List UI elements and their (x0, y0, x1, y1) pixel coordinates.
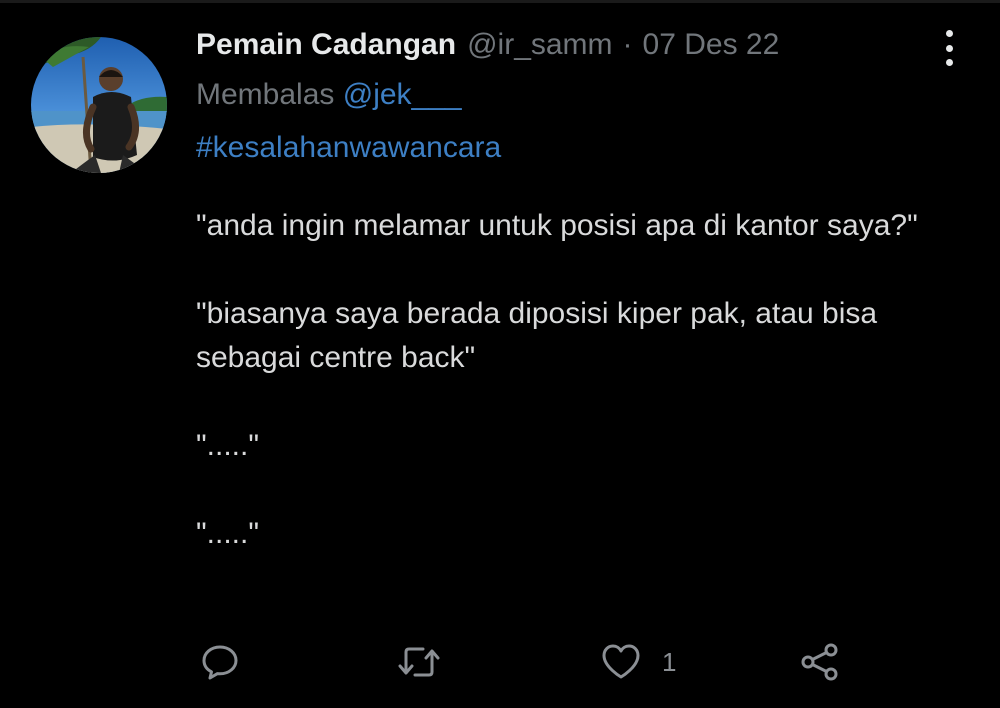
share-icon (801, 643, 838, 681)
retweet-icon (398, 647, 440, 677)
display-name[interactable]: Pemain Cadangan (196, 28, 456, 62)
reply-prefix: Membalas (196, 78, 335, 111)
reply-bubble-icon (202, 645, 238, 680)
menu-dot (945, 44, 953, 52)
share-button[interactable] (798, 640, 842, 684)
tweet-paragraph: "anda ingin melamar untuk posisi apa di … (196, 209, 918, 242)
tweet-card: Pemain Cadangan @ir_samm · 07 Des 22 Mem… (0, 0, 1000, 708)
menu-dot (945, 30, 953, 37)
tweet-header: Pemain Cadangan @ir_samm · 07 Des 22 (196, 28, 956, 68)
reply-context: Membalas @jek___ (196, 78, 956, 118)
menu-dot (945, 59, 953, 66)
hashtag-link[interactable]: #kesalahanwawancara (196, 131, 956, 171)
tweet-date[interactable]: 07 Des 22 (643, 28, 780, 62)
reply-mention-link[interactable]: @jek___ (343, 78, 462, 111)
like-count: 1 (662, 646, 677, 677)
tweet-content: Pemain Cadangan @ir_samm · 07 Des 22 Mem… (196, 28, 956, 600)
more-options-icon[interactable] (938, 30, 960, 66)
separator-dot: · (622, 28, 633, 61)
tweet-paragraph: "....." (196, 517, 259, 550)
tweet-actions: 1 (196, 640, 856, 684)
like-button[interactable]: 1 (600, 640, 676, 684)
tweet-paragraph: "biasanya saya berada diposisi kiper pak… (196, 297, 886, 374)
tweet-text: "anda ingin melamar untuk posisi apa di … (196, 204, 956, 556)
user-handle[interactable]: @ir_samm (467, 28, 612, 62)
avatar[interactable] (31, 37, 167, 173)
tweet-paragraph: "....." (196, 429, 259, 462)
reply-button[interactable] (200, 640, 240, 684)
retweet-button[interactable] (396, 640, 442, 684)
heart-icon (602, 644, 640, 679)
divider (0, 0, 1000, 3)
